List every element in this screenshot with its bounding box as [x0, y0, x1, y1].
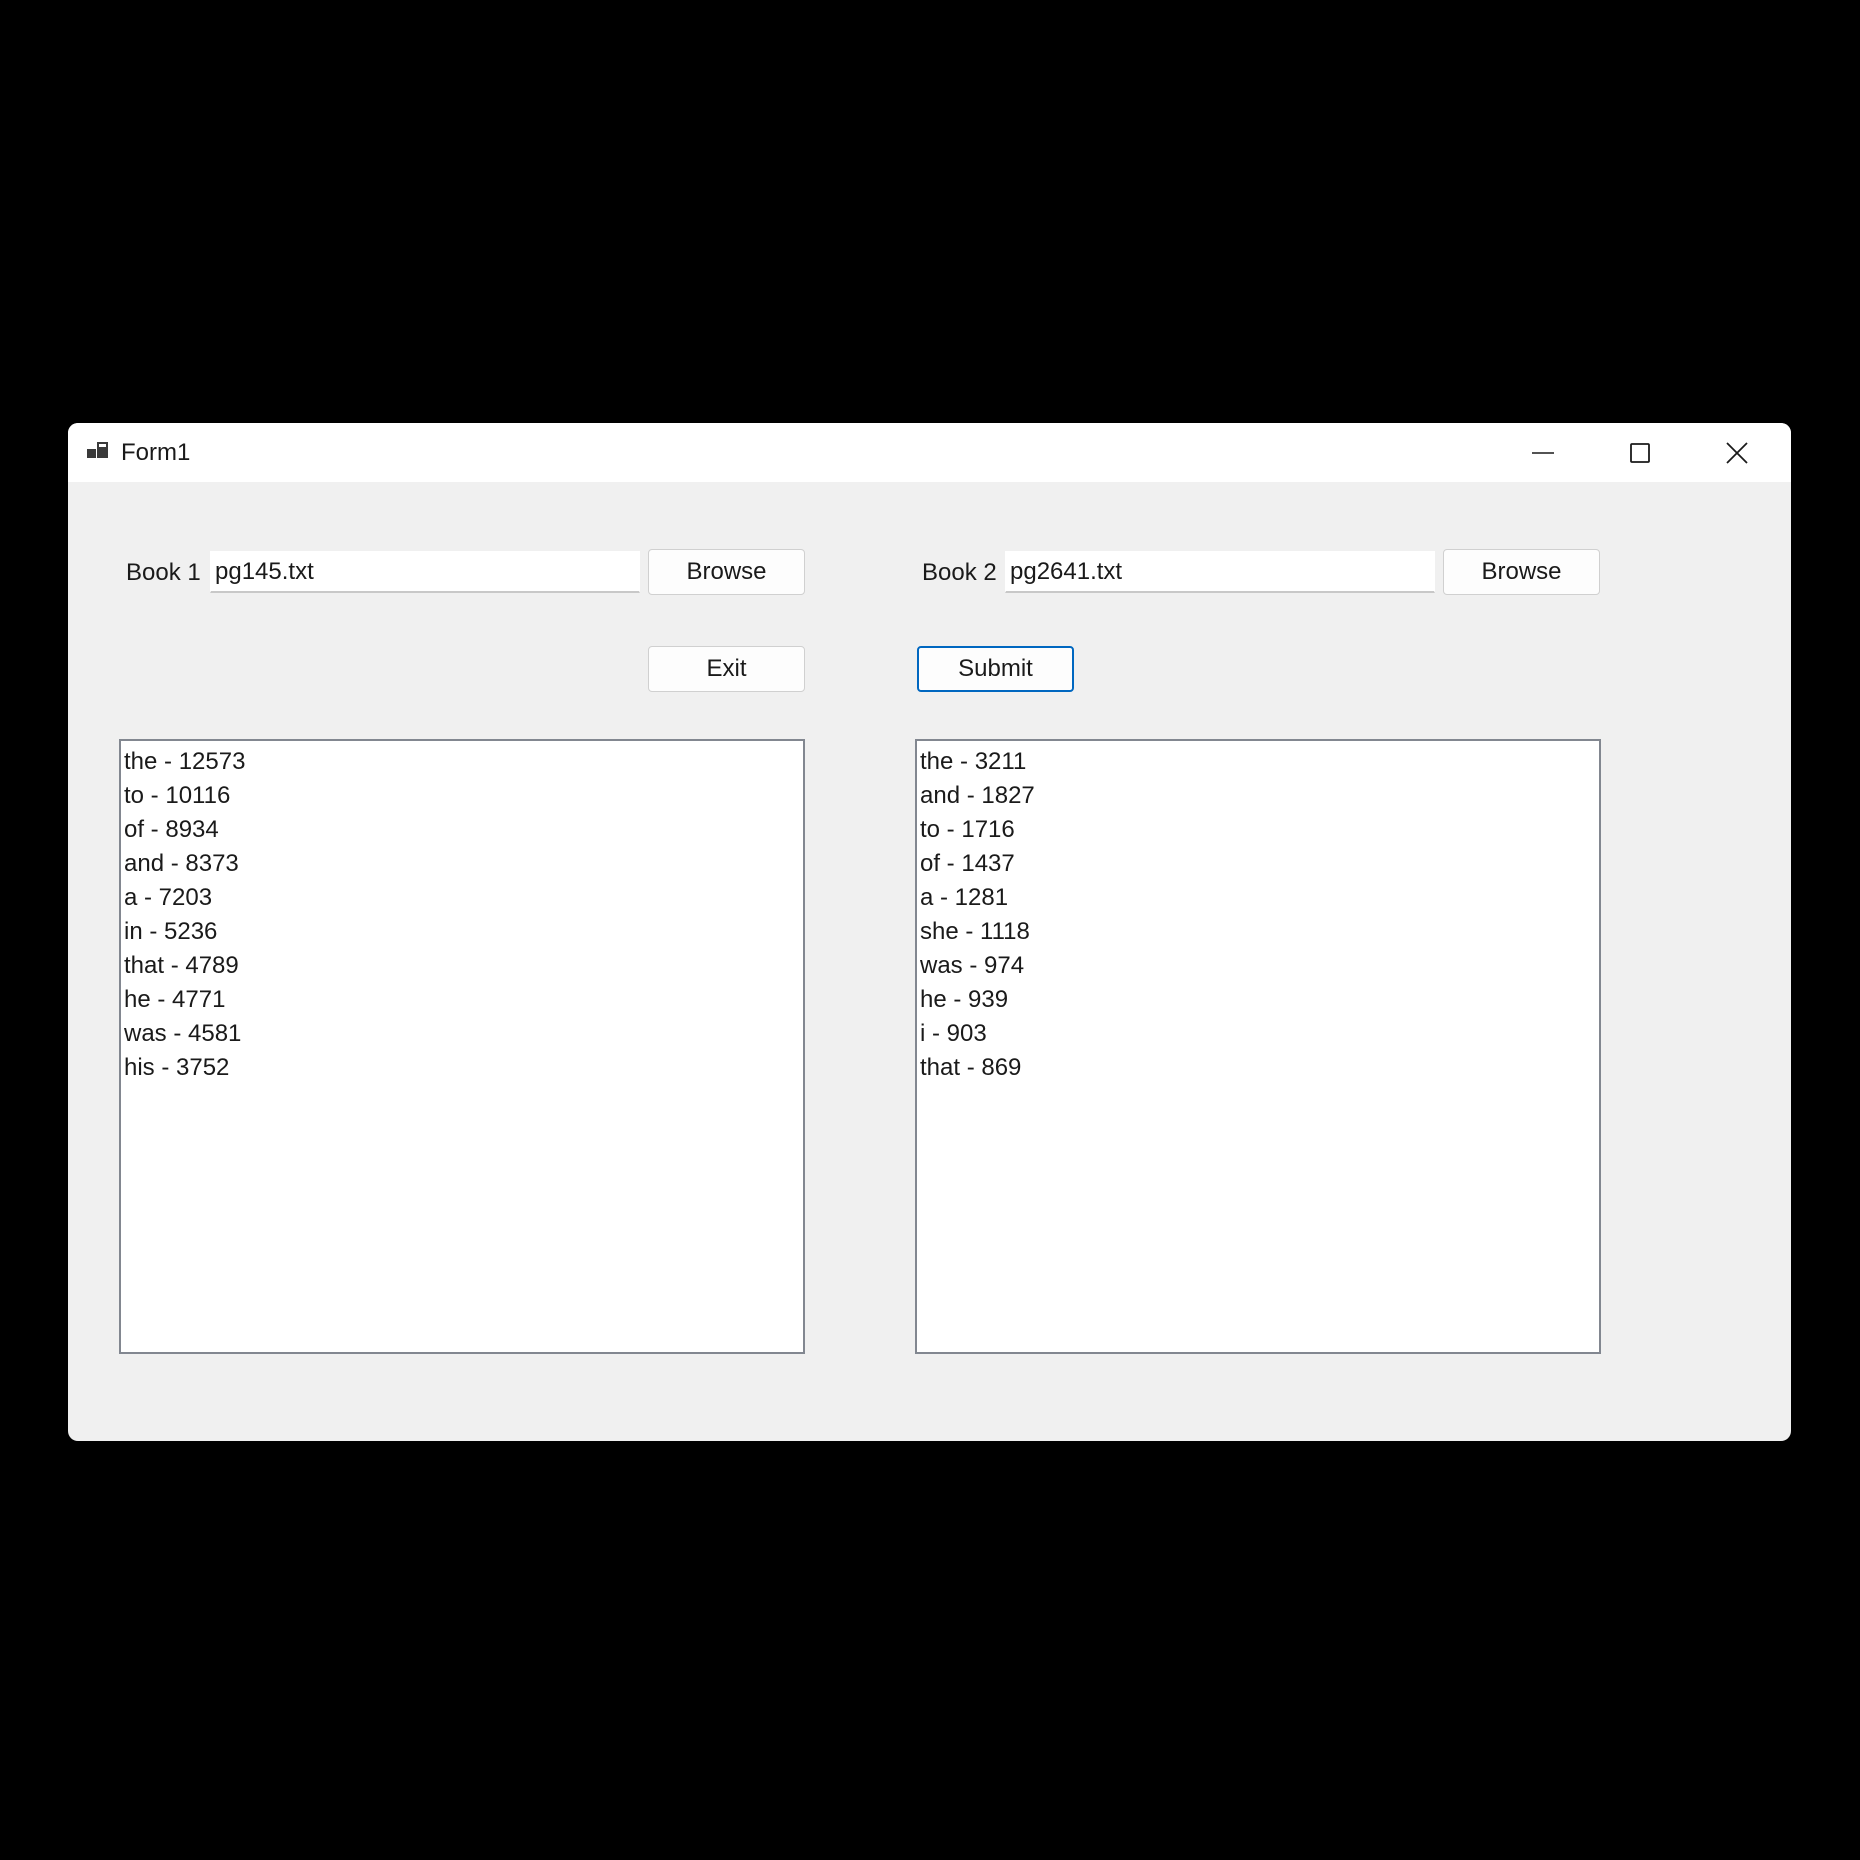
list-item[interactable]: and - 1827	[920, 779, 1596, 813]
book1-browse-button[interactable]: Browse	[648, 549, 805, 595]
list-item[interactable]: he - 4771	[124, 983, 800, 1017]
list-item[interactable]: a - 7203	[124, 881, 800, 915]
maximize-icon	[1628, 441, 1652, 465]
minimize-icon	[1531, 441, 1555, 465]
book2-label: Book 2	[922, 559, 997, 586]
book2-word-list[interactable]: the - 3211 and - 1827 to - 1716 of - 1437 a …	[915, 739, 1601, 1354]
list-item[interactable]: he - 939	[920, 983, 1596, 1017]
list-item[interactable]: the - 3211	[920, 745, 1596, 779]
form1-window: Form1 Book 1 pg145.txt Browse Book 2 pg2…	[68, 423, 1791, 1441]
list-item[interactable]: of - 8934	[124, 813, 800, 847]
list-item[interactable]: a - 1281	[920, 881, 1596, 915]
book1-label: Book 1	[126, 559, 201, 586]
book2-browse-button[interactable]: Browse	[1443, 549, 1600, 595]
close-button[interactable]	[1688, 423, 1785, 482]
list-item[interactable]: the - 12573	[124, 745, 800, 779]
list-item[interactable]: to - 1716	[920, 813, 1596, 847]
exit-button[interactable]: Exit	[648, 646, 805, 692]
close-icon	[1725, 441, 1749, 465]
book1-path-field[interactable]: pg145.txt	[210, 551, 640, 593]
app-icon	[85, 439, 111, 465]
book1-word-list[interactable]: the - 12573 to - 10116 of - 8934 and - 8373…	[119, 739, 805, 1354]
list-item[interactable]: was - 4581	[124, 1017, 800, 1051]
list-item[interactable]: she - 1118	[920, 915, 1596, 949]
list-item[interactable]: was - 974	[920, 949, 1596, 983]
list-item[interactable]: in - 5236	[124, 915, 800, 949]
maximize-button[interactable]	[1591, 423, 1688, 482]
list-item[interactable]: to - 10116	[124, 779, 800, 813]
list-item[interactable]: his - 3752	[124, 1051, 800, 1085]
list-item[interactable]: that - 4789	[124, 949, 800, 983]
list-item[interactable]: that - 869	[920, 1051, 1596, 1085]
title-bar[interactable]: Form1	[68, 423, 1791, 482]
list-item[interactable]: and - 8373	[124, 847, 800, 881]
minimize-button[interactable]	[1494, 423, 1591, 482]
book2-path-field[interactable]: pg2641.txt	[1005, 551, 1435, 593]
list-item[interactable]: i - 903	[920, 1017, 1596, 1051]
submit-button[interactable]: Submit	[917, 646, 1074, 692]
window-title: Form1	[121, 439, 191, 466]
list-item[interactable]: of - 1437	[920, 847, 1596, 881]
